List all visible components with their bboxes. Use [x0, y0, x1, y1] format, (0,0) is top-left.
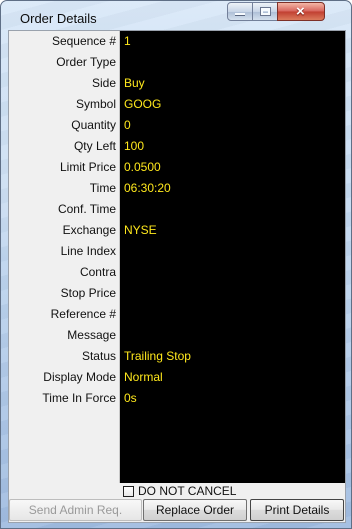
line-index-label: Line Index	[60, 244, 116, 258]
display-mode-value: Normal	[124, 370, 163, 384]
line-index-value	[124, 241, 334, 262]
contra-label: Contra	[79, 265, 116, 279]
sequence-label: Sequence #	[51, 34, 116, 48]
quantity-row: Quantity 0	[9, 115, 345, 136]
time-in-force-label: Time In Force	[42, 391, 116, 405]
sequence-row: Sequence # 1	[9, 31, 345, 52]
do-not-cancel-checkbox[interactable]: DO NOT CANCEL	[123, 483, 236, 499]
close-button[interactable]: ×	[277, 2, 325, 21]
title-bar[interactable]: Order Details ×	[1, 1, 351, 31]
stop-price-label: Stop Price	[60, 286, 116, 300]
time-label: Time	[89, 181, 116, 195]
conf-time-value	[124, 199, 334, 220]
display-mode-label: Display Mode	[43, 370, 116, 384]
send-admin-request-button[interactable]: Send Admin Req.	[9, 499, 142, 521]
side-row: Side Buy	[9, 73, 345, 94]
quantity-label: Quantity	[71, 118, 116, 132]
stop-price-value	[124, 283, 334, 304]
minimize-icon	[235, 13, 245, 15]
checkbox-icon[interactable]	[123, 485, 134, 497]
limit-price-value: 0.0500	[124, 160, 161, 174]
close-icon: ×	[296, 3, 305, 20]
exchange-value: NYSE	[124, 223, 157, 237]
display-mode-row: Display Mode Normal	[9, 367, 345, 388]
action-button-row: Send Admin Req. Replace Order Print Deta…	[9, 499, 345, 522]
side-value: Buy	[124, 76, 145, 90]
sequence-value: 1	[124, 34, 131, 48]
reference-label: Reference #	[50, 307, 116, 321]
contra-row: Contra	[9, 262, 345, 283]
window-title: Order Details	[20, 11, 97, 26]
window-controls: ×	[227, 2, 345, 21]
print-details-button[interactable]: Print Details	[250, 499, 344, 521]
symbol-row: Symbol GOOG	[9, 94, 345, 115]
conf-time-row: Conf. Time	[9, 199, 345, 220]
order-type-value	[124, 52, 334, 73]
quantity-value: 0	[124, 118, 131, 132]
replace-order-button[interactable]: Replace Order	[143, 499, 247, 521]
time-value: 06:30:20	[124, 181, 171, 195]
exchange-row: Exchange NYSE	[9, 220, 345, 241]
status-row: Status Trailing Stop	[9, 346, 345, 367]
reference-value	[124, 304, 334, 325]
message-row: Message	[9, 325, 345, 346]
time-row: Time 06:30:20	[9, 178, 345, 199]
status-value: Trailing Stop	[124, 349, 191, 363]
qty-left-label: Qty Left	[73, 139, 116, 153]
message-label: Message	[67, 328, 116, 342]
message-value	[124, 325, 334, 346]
limit-price-row: Limit Price 0.0500	[9, 157, 345, 178]
contra-value	[124, 262, 334, 283]
line-index-row: Line Index	[9, 241, 345, 262]
order-type-label: Order Type	[56, 55, 116, 69]
qty-left-row: Qty Left 100	[9, 136, 345, 157]
stop-price-row: Stop Price	[9, 283, 345, 304]
time-in-force-row: Time In Force 0s	[9, 388, 345, 409]
symbol-label: Symbol	[75, 97, 116, 111]
order-details-client-area: Sequence # 1 Order Type Side Buy Symbol …	[8, 30, 346, 523]
status-label: Status	[81, 349, 116, 363]
order-actions-area: DO NOT CANCEL Send Admin Req. Replace Or…	[9, 483, 345, 522]
side-label: Side	[91, 76, 116, 90]
do-not-cancel-label: DO NOT CANCEL	[138, 484, 237, 498]
conf-time-label: Conf. Time	[57, 202, 116, 216]
reference-row: Reference #	[9, 304, 345, 325]
maximize-button[interactable]	[252, 2, 278, 21]
exchange-label: Exchange	[62, 223, 116, 237]
symbol-value: GOOG	[124, 97, 162, 111]
qty-left-value: 100	[124, 139, 145, 153]
minimize-button[interactable]	[227, 2, 253, 21]
limit-price-label: Limit Price	[59, 160, 116, 174]
order-type-row: Order Type	[9, 52, 345, 73]
maximize-icon	[261, 8, 270, 15]
order-details-window: Order Details × Sequence # 1 Order Type	[0, 0, 352, 529]
time-in-force-value: 0s	[124, 391, 137, 405]
order-details-panel: Sequence # 1 Order Type Side Buy Symbol …	[9, 31, 345, 483]
